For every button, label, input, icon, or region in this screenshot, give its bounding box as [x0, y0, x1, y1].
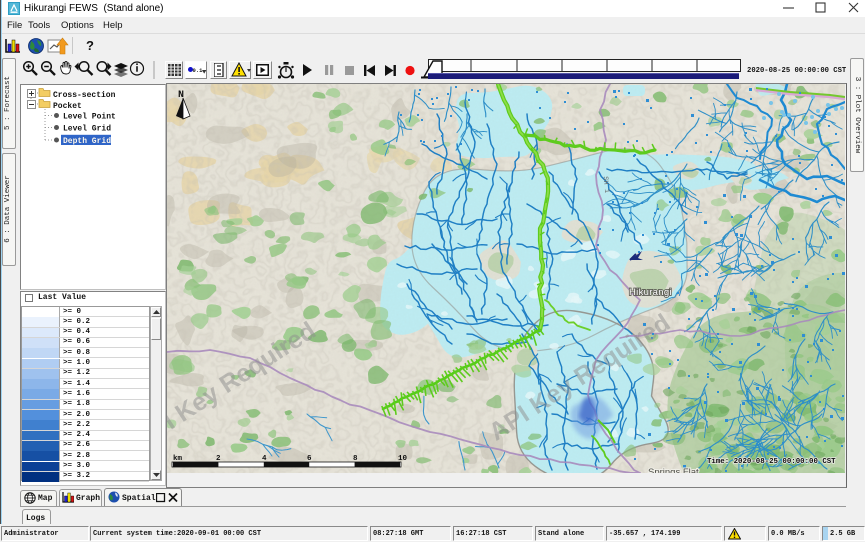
svg-text:Level Point: Level Point: [63, 113, 116, 122]
svg-text:4: 4: [262, 455, 267, 463]
svg-text:km: km: [173, 455, 183, 463]
svg-text:Springs Flat: Springs Flat: [648, 467, 699, 473]
svg-text:10: 10: [398, 455, 408, 463]
svg-text:2: 2: [216, 455, 221, 463]
svg-text:Cross-section: Cross-section: [53, 91, 116, 100]
svg-text:Pocket: Pocket: [53, 102, 82, 111]
svg-text:Hikurangi: Hikurangi: [629, 287, 672, 298]
svg-text:Depth Grid: Depth Grid: [63, 137, 111, 146]
svg-text:Level Grid: Level Grid: [63, 125, 111, 134]
svg-text:8: 8: [353, 455, 358, 463]
svg-text:6: 6: [307, 455, 312, 463]
svg-text:Time: 2020-08-25 00:00:00 CST: Time: 2020-08-25 00:00:00 CST: [707, 458, 836, 466]
